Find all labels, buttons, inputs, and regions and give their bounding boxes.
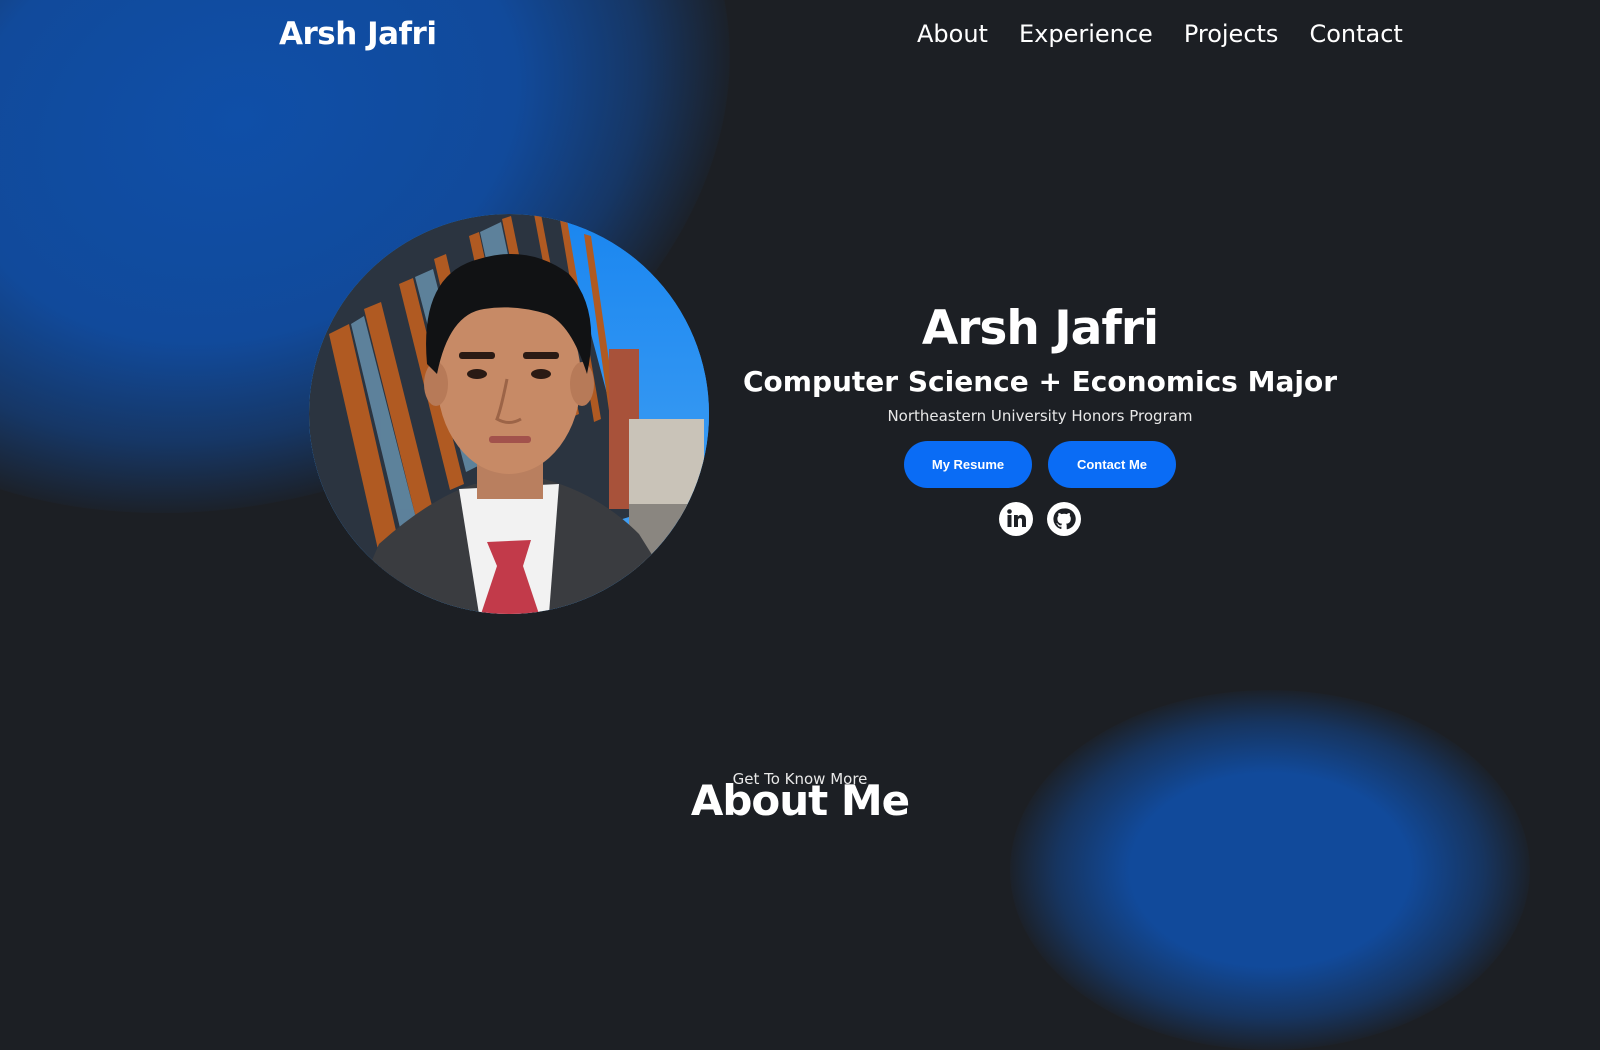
- nav-link-projects[interactable]: Projects: [1184, 20, 1279, 48]
- resume-button[interactable]: My Resume: [904, 441, 1032, 488]
- hero-subtitle: Northeastern University Honors Program: [887, 407, 1193, 425]
- nav-links: About Experience Projects Contact: [917, 20, 1403, 48]
- nav-link-contact[interactable]: Contact: [1309, 20, 1402, 48]
- profile-photo-illustration: [309, 214, 709, 614]
- logo[interactable]: Arsh Jafri: [279, 16, 437, 52]
- nav-link-about[interactable]: About: [917, 20, 988, 48]
- contact-me-button[interactable]: Contact Me: [1048, 441, 1176, 488]
- hero-buttons: My Resume Contact Me: [740, 441, 1340, 488]
- top-nav: Arsh Jafri About Experience Projects Con…: [0, 0, 1600, 74]
- social-links: [740, 502, 1340, 536]
- hero-section: Arsh Jafri Computer Science + Economics …: [740, 298, 1340, 536]
- github-icon[interactable]: [1047, 502, 1081, 536]
- profile-photo: [309, 214, 709, 614]
- background-glow-bottom: [1010, 690, 1530, 1050]
- hero-name: Arsh Jafri: [921, 301, 1159, 356]
- hero-title: Computer Science + Economics Major: [742, 365, 1337, 398]
- about-title: About Me: [690, 776, 910, 825]
- linkedin-icon[interactable]: [999, 502, 1033, 536]
- nav-link-experience[interactable]: Experience: [1019, 20, 1153, 48]
